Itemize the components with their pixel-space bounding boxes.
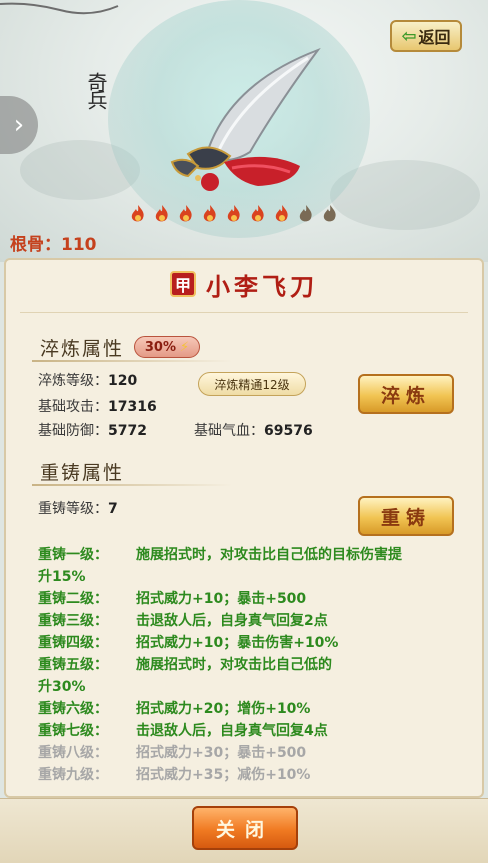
- base-defense-label: 基础防御：: [38, 423, 108, 439]
- heading-underline: [32, 360, 232, 362]
- flame-icon: [131, 205, 144, 222]
- flame-icon: [179, 205, 192, 222]
- temper-level-label: 淬炼等级：: [38, 373, 108, 389]
- recast-effect-1: 重铸一级： 施展招式时，对攻击比自己低的目标伤害提: [38, 547, 402, 563]
- heading-underline: [32, 484, 232, 486]
- weapon-detail-panel: 甲 小李飞刀 淬炼属性 30% ⚡ 淬炼等级：120 淬炼精通12级 基础攻击：…: [4, 258, 484, 798]
- divider: [20, 312, 468, 313]
- base-hp-value: 69576: [264, 423, 313, 439]
- temper-level-value: 120: [108, 373, 138, 389]
- base-hp: 基础气血：69576: [194, 420, 313, 440]
- recast-level-value: 7: [108, 501, 118, 517]
- chevron-right-icon: ›: [13, 110, 25, 140]
- close-button[interactable]: 关闭: [192, 806, 298, 850]
- temper-button[interactable]: 淬炼: [358, 374, 454, 414]
- temper-level: 淬炼等级：120: [38, 370, 137, 390]
- temper-percent-badge: 30% ⚡: [134, 336, 200, 358]
- base-attack-value: 17316: [108, 399, 157, 415]
- recast-effect-1-cont: 升15%: [38, 569, 86, 585]
- recast-effect-8: 重铸八级： 招式威力+30；暴击+500: [38, 745, 307, 761]
- recast-level: 重铸等级：7: [38, 498, 118, 518]
- temper-mastery-badge[interactable]: 淬炼精通12级: [198, 372, 306, 396]
- recast-effect-5: 重铸五级： 施展招式时，对攻击比自己低的: [38, 657, 332, 673]
- recast-effect-9: 重铸九级： 招式威力+35；减伤+10%: [38, 767, 311, 783]
- recast-heading: 重铸属性: [40, 462, 125, 484]
- base-defense-value: 5772: [108, 423, 147, 439]
- recast-effect-3: 重铸三级： 击退敌人后，自身真气回复2点: [38, 613, 328, 629]
- base-hp-label: 基础气血：: [194, 423, 264, 439]
- recast-effect-5-cont: 升30%: [38, 679, 86, 695]
- weapon-title-bar: 甲 小李飞刀: [6, 260, 482, 308]
- base-attack: 基础攻击：17316: [38, 396, 157, 416]
- branch-decoration: [0, 2, 119, 15]
- recast-effect-6: 重铸六级： 招式威力+20；增伤+10%: [38, 701, 311, 717]
- flame-icon: [203, 205, 216, 222]
- base-attack-label: 基础攻击：: [38, 399, 108, 415]
- flame-icon-empty: [299, 205, 312, 222]
- recast-button[interactable]: 重铸: [358, 496, 454, 536]
- flying-dagger-image: [170, 47, 321, 191]
- recast-effect-2: 重铸二级： 招式威力+10；暴击+500: [38, 591, 307, 607]
- flame-rating: [128, 204, 340, 224]
- flame-icon: [275, 205, 288, 222]
- brush-calligraphy-title: 奇兵: [84, 72, 108, 108]
- root-bone-stat: 根骨：110: [10, 235, 97, 255]
- flame-icon: [251, 205, 264, 222]
- recast-level-label: 重铸等级：: [38, 501, 108, 517]
- recast-effect-7: 重铸七级： 击退敌人后，自身真气回复4点: [38, 723, 328, 739]
- bolt-icon: ⚡: [179, 339, 190, 355]
- base-defense: 基础防御：5772: [38, 420, 147, 440]
- flame-icon: [155, 205, 168, 222]
- back-button[interactable]: ⇦ 返回: [390, 20, 462, 52]
- recast-effect-4: 重铸四级： 招式威力+10；暴击伤害+10%: [38, 635, 339, 651]
- flame-icon-empty: [323, 205, 336, 222]
- weapon-name: 小李飞刀: [206, 271, 318, 301]
- back-button-label: 返回: [418, 28, 451, 47]
- grade-badge: 甲: [170, 271, 196, 297]
- temper-percent: 30%: [144, 339, 176, 355]
- flame-icon: [227, 205, 240, 222]
- temper-heading: 淬炼属性: [40, 338, 125, 360]
- arrow-left-icon: ⇦: [401, 25, 417, 47]
